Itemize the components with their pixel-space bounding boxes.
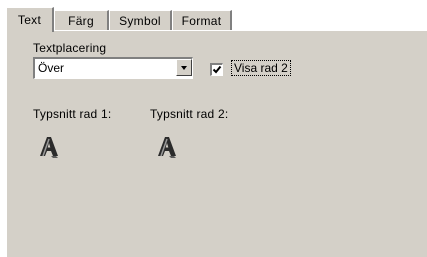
tab-farg-label: Färg <box>68 14 94 28</box>
tab-symbol[interactable]: Symbol <box>109 10 172 31</box>
placement-label: Textplacering <box>33 41 107 55</box>
font-line2-icon[interactable] <box>155 134 179 158</box>
font-icon <box>158 137 176 158</box>
text-properties-dialog: Text Färg Symbol Format Textplacering Öv… <box>0 0 427 257</box>
show-line2-checkbox[interactable] <box>210 63 223 76</box>
tab-format-label: Format <box>181 14 222 28</box>
tab-farg[interactable]: Färg <box>54 10 109 31</box>
chevron-down-icon <box>181 66 187 70</box>
font-line2-label: Typsnitt rad 2: <box>150 107 229 121</box>
font-line1-icon[interactable] <box>37 134 61 158</box>
placement-dropdown[interactable]: Över <box>33 57 193 79</box>
tab-format[interactable]: Format <box>172 10 232 31</box>
tab-text-label: Text <box>17 13 42 27</box>
placement-value: Över <box>38 61 65 75</box>
tab-symbol-label: Symbol <box>119 14 161 28</box>
font-icon <box>40 137 58 158</box>
font-line1-label: Typsnitt rad 1: <box>33 107 112 121</box>
checkmark-icon <box>212 65 222 74</box>
tab-text[interactable]: Text <box>6 7 54 32</box>
dropdown-button[interactable] <box>176 59 192 76</box>
show-line2-label[interactable]: Visa rad 2 <box>231 60 291 76</box>
